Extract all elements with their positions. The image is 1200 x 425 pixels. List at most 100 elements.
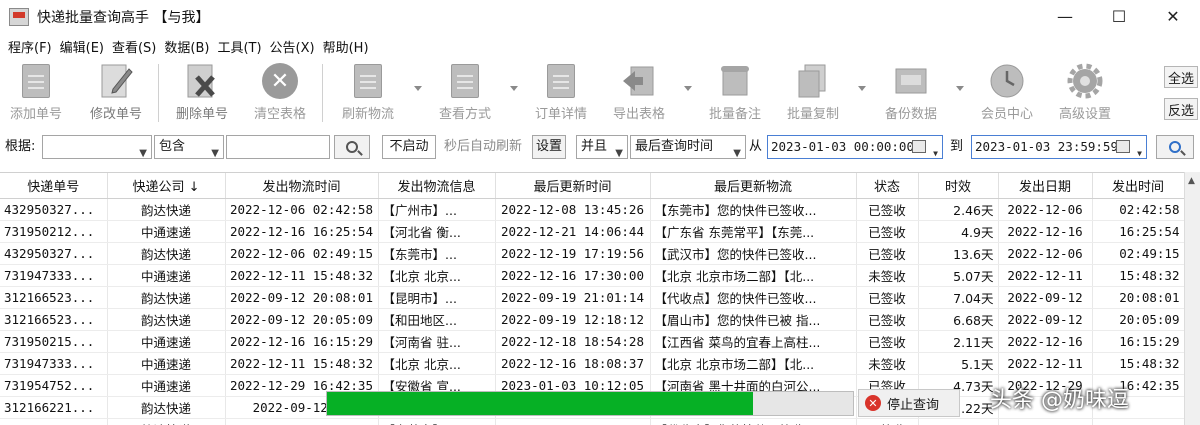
table-row[interactable]: 432950327...韵达快递2022-12-06 02:51:58【东莞市】… <box>0 418 1185 425</box>
note-icon <box>717 62 753 100</box>
menu-view[interactable]: 查看(S) <box>108 37 160 56</box>
order-detail-button[interactable]: 订单详情 <box>530 62 592 124</box>
menu-tools[interactable]: 工具(T) <box>213 37 265 56</box>
menu-help[interactable]: 帮助(H) <box>319 37 373 56</box>
minimize-button[interactable]: — <box>1038 0 1092 33</box>
col-status[interactable]: 状态 <box>856 173 919 199</box>
maximize-button[interactable]: ☐ <box>1092 0 1146 33</box>
cell-send-date: 2022-09-12 <box>998 308 1093 331</box>
table-row[interactable]: 312166523... 韵达快递 2022-09-12 20:08:01 【昆明市】… <box>0 286 1185 309</box>
chevron-down-icon[interactable] <box>510 86 518 91</box>
chevron-down-icon[interactable] <box>858 86 866 91</box>
filter-search-button[interactable] <box>334 135 370 159</box>
col-send-clock[interactable]: 发出时间 <box>1092 173 1185 199</box>
cell-last-update-time: 2022-12-21 14:06:44 <box>495 220 651 243</box>
settings-button[interactable]: 设置 <box>532 135 566 159</box>
clear-icon: ✕ <box>262 62 298 100</box>
col-duration[interactable]: 时效 <box>918 173 999 199</box>
menu-program[interactable]: 程序(F) <box>4 37 56 56</box>
logic-select[interactable]: 并且 ▼ <box>576 135 628 159</box>
chevron-down-icon[interactable] <box>414 86 422 91</box>
cell-courier: 中通速递 <box>107 352 226 375</box>
cell-send-date: 2022-12-06 <box>998 198 1093 221</box>
menu-bar: 程序(F) 编辑(E) 查看(S) 数据(B) 工具(T) 公告(X) 帮助(H… <box>0 35 373 57</box>
menu-notice[interactable]: 公告(X) <box>266 37 319 56</box>
cell-duration: 2.34天 <box>918 418 999 425</box>
add-number-button[interactable]: 添加单号 <box>6 62 66 124</box>
operator-value: 包含 <box>159 139 186 154</box>
cell-courier: 韵达快递 <box>107 396 226 419</box>
cell-send-date: 2022-12-06 <box>998 242 1093 265</box>
cell-duration: 7.04天 <box>918 286 999 309</box>
cell-tracking-number: 312166221... <box>0 396 108 419</box>
stop-query-button[interactable]: ✕ 停止查询 <box>858 389 960 417</box>
from-date-picker[interactable]: 2023-01-03 00:00:00 ▼ <box>767 135 943 159</box>
table-header: 快递单号 快递公司 ↓ 发出物流时间 发出物流信息 最后更新时间 最后更新物流 … <box>0 173 1185 199</box>
cell-send-time: 2022-12-06 02:49:15 <box>225 242 379 265</box>
delete-number-button[interactable]: 删除单号 <box>172 62 232 124</box>
table-row[interactable]: 731950215... 中通速递 2022-12-16 16:15:29 【河南省 … <box>0 330 1185 353</box>
backup-icon <box>893 62 929 100</box>
col-send-date[interactable]: 发出日期 <box>998 173 1093 199</box>
date-search-button[interactable] <box>1156 135 1194 159</box>
cell-send-info: 【东莞市】... <box>378 418 496 425</box>
member-center-button[interactable]: 会员中心 <box>976 62 1038 124</box>
stop-query-label: 停止查询 <box>887 397 940 413</box>
batch-note-button[interactable]: 批量备注 <box>704 62 766 124</box>
cell-last-update-info: 【东莞市】您的快件已签收... <box>650 198 857 221</box>
cell-tracking-number: 432950327... <box>0 418 108 425</box>
invert-select-button[interactable]: 反选 <box>1164 98 1198 120</box>
chevron-up-icon[interactable]: ▲ <box>1188 176 1195 186</box>
col-tracking-number[interactable]: 快递单号 <box>0 173 108 199</box>
cell-send-clock: 20:05:09 <box>1092 308 1185 331</box>
menu-edit[interactable]: 编辑(E) <box>56 37 108 56</box>
col-last-update-time[interactable]: 最后更新时间 <box>495 173 651 199</box>
cell-send-info: 【广州市】... <box>378 198 496 221</box>
select-all-button[interactable]: 全选 <box>1164 66 1198 88</box>
edit-number-button[interactable]: 修改单号 <box>86 62 146 124</box>
table-row[interactable]: 312166523... 韵达快递 2022-09-12 20:05:09 【和田地区… <box>0 308 1185 331</box>
menu-data[interactable]: 数据(B) <box>160 37 213 56</box>
table-row[interactable]: 432950327... 韵达快递 2022-12-06 02:49:15 【东莞市】… <box>0 242 1185 265</box>
vertical-scrollbar[interactable]: ▲ <box>1184 172 1200 425</box>
backup-data-button[interactable]: 备份数据 <box>880 62 942 124</box>
table-row[interactable]: 731947333... 中通速递 2022-12-11 15:48:32 【北京 北… <box>0 352 1185 375</box>
col-send-time[interactable]: 发出物流时间 <box>225 173 379 199</box>
to-date-value: 2023-01-03 23:59:59 <box>975 139 1118 154</box>
clear-table-button[interactable]: ✕ 清空表格 <box>250 62 310 124</box>
cell-status: 已签收 <box>856 242 919 265</box>
batch-copy-button[interactable]: 批量复制 <box>782 62 844 124</box>
table-row[interactable]: 731950212... 中通速递 2022-12-16 16:25:54 【河北省 … <box>0 220 1185 243</box>
auto-refresh-input[interactable]: 不启动 <box>382 135 436 159</box>
col-send-info[interactable]: 发出物流信息 <box>378 173 496 199</box>
col-courier[interactable]: 快递公司 ↓ <box>107 173 226 199</box>
time-field-select[interactable]: 最后查询时间 ▼ <box>630 135 746 159</box>
col-last-update-info[interactable]: 最后更新物流 <box>650 173 857 199</box>
refresh-logistics-button[interactable]: 刷新物流 <box>338 62 398 124</box>
keyword-input[interactable] <box>226 135 330 159</box>
view-mode-button[interactable]: 查看方式 <box>434 62 496 124</box>
cell-last-update-time: 2022-12-18 18:54:28 <box>495 330 651 353</box>
edit-number-label: 修改单号 <box>89 107 142 122</box>
window-title: 快递批量查询高手 【与我】 <box>37 9 210 26</box>
close-button[interactable]: ✕ <box>1146 0 1200 33</box>
chevron-down-icon[interactable] <box>956 86 964 91</box>
advanced-settings-button[interactable]: 高级设置 <box>1054 62 1116 124</box>
filter-field-select[interactable]: ▼ <box>42 135 152 159</box>
export-table-label: 导出表格 <box>612 107 665 122</box>
cell-send-info: 【北京 北京... <box>378 352 496 375</box>
cell-tracking-number: 731954752... <box>0 374 108 397</box>
to-date-picker[interactable]: 2023-01-03 23:59:59 ▼ <box>971 135 1147 159</box>
table-row[interactable]: 731947333... 中通速递 2022-12-11 15:48:32 【北京 北… <box>0 264 1185 287</box>
cell-status: 已签收 <box>856 286 919 309</box>
cell-courier: 韵达快递 <box>107 308 226 331</box>
cell-send-time: 2022-12-16 16:15:29 <box>225 330 379 353</box>
table-row[interactable]: 432950327... 韵达快递 2022-12-06 02:42:58 【广州市】… <box>0 198 1185 221</box>
export-table-button[interactable]: 导出表格 <box>608 62 670 124</box>
cell-send-time: 2022-12-16 16:25:54 <box>225 220 379 243</box>
cell-send-clock: 20:08:01 <box>1092 286 1185 309</box>
logic-value: 并且 <box>581 139 608 154</box>
toolbar-separator <box>322 64 323 122</box>
operator-select[interactable]: 包含 ▼ <box>154 135 224 159</box>
chevron-down-icon[interactable] <box>684 86 692 91</box>
